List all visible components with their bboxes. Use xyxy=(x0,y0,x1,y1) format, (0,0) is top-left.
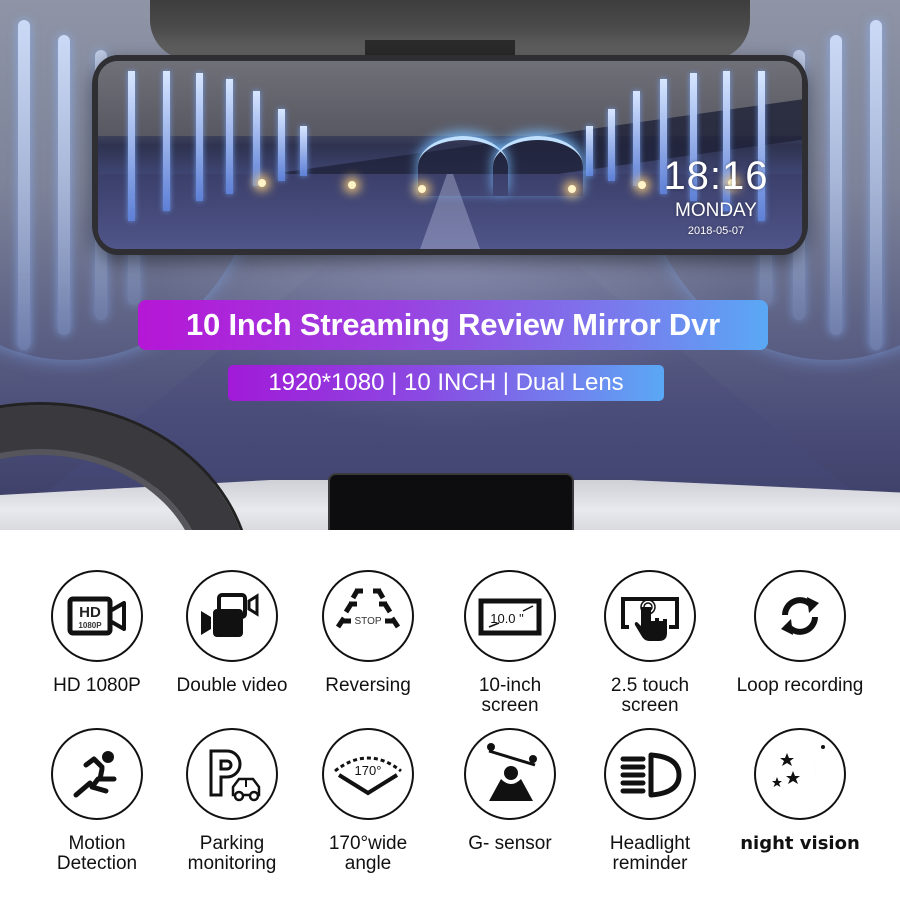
headlight-icon xyxy=(604,728,696,820)
street-light xyxy=(568,185,576,193)
reversing-guide-icon: STOP xyxy=(322,570,414,662)
feature-headlight-reminder: Headlight reminder xyxy=(580,728,720,874)
double-video-icon xyxy=(186,570,278,662)
feature-reversing: STOP Reversing xyxy=(298,570,438,696)
moon-stars-icon xyxy=(754,728,846,820)
screen-size-icon: 10.0 " xyxy=(464,570,556,662)
feature-g-sensor: G- sensor xyxy=(440,728,580,854)
icon-text-size: 10.0 " xyxy=(490,611,524,626)
feature-label: Parking monitoring xyxy=(187,833,277,874)
feature-label: night vision xyxy=(740,833,860,854)
feature-label: Double video xyxy=(176,675,288,696)
feature-label: 170°wide angle xyxy=(328,833,408,874)
bridge-rib xyxy=(253,91,260,186)
hd-camera-icon: HD 1080P xyxy=(51,570,143,662)
bridge-rib xyxy=(608,109,615,181)
bridge-rib xyxy=(278,109,285,181)
feature-night-vision: night vision xyxy=(730,728,870,854)
feature-label: Motion Detection xyxy=(56,833,138,874)
bridge-rib xyxy=(196,73,203,201)
feature-motion-detection: Motion Detection xyxy=(27,728,167,874)
feature-wide-angle: 170° 170°wide angle xyxy=(298,728,438,874)
product-title: 10 Inch Streaming Review Mirror Dvr xyxy=(186,307,720,342)
feature-label: 10-inch screen xyxy=(478,675,542,716)
feature-label: 2.5 touch screen xyxy=(610,675,690,716)
feature-label: Headlight reminder xyxy=(609,833,691,874)
bridge-rib xyxy=(633,91,640,186)
feature-label: Reversing xyxy=(325,675,411,696)
wide-angle-icon: 170° xyxy=(322,728,414,820)
g-sensor-icon xyxy=(464,728,556,820)
feature-touch-screen: 2.5 touch screen xyxy=(580,570,720,716)
bridge-rib xyxy=(128,71,135,221)
running-person-icon xyxy=(51,728,143,820)
touch-screen-icon xyxy=(604,570,696,662)
product-title-badge: 10 Inch Streaming Review Mirror Dvr xyxy=(138,300,768,350)
parking-car-icon xyxy=(186,728,278,820)
icon-text-stop: STOP xyxy=(354,616,381,627)
feature-label: G- sensor xyxy=(468,833,552,854)
bridge-rib xyxy=(226,79,233,194)
street-light xyxy=(258,179,266,187)
street-light xyxy=(638,181,646,189)
feature-double-video: Double video xyxy=(162,570,302,696)
feature-10-inch-screen: 10.0 " 10-inch screen xyxy=(440,570,580,716)
street-light xyxy=(348,181,356,189)
hero-banner: 18:16 MONDAY 2018-05-07 10 Inch Streamin… xyxy=(0,0,900,530)
bridge-rib xyxy=(163,71,170,211)
product-specs: 1920*1080 | 10 INCH | Dual Lens xyxy=(268,369,624,396)
clock-time: 18:16 xyxy=(663,154,769,198)
street-light xyxy=(418,185,426,193)
clock-day: MONDAY xyxy=(675,200,757,221)
product-specs-badge: 1920*1080 | 10 INCH | Dual Lens xyxy=(228,365,664,401)
feature-label: Loop recording xyxy=(736,675,864,696)
loop-icon xyxy=(754,570,846,662)
icon-text-hd: HD xyxy=(79,604,101,621)
feature-hd-1080p: HD 1080P HD 1080P xyxy=(27,570,167,696)
dashboard-screen xyxy=(328,473,574,530)
feature-label: HD 1080P xyxy=(53,675,141,696)
icon-text-angle: 170° xyxy=(355,763,382,778)
clock-date: 2018-05-07 xyxy=(687,225,745,237)
feature-loop-recording: Loop recording xyxy=(730,570,870,696)
mirror-dvr-device: 18:16 MONDAY 2018-05-07 xyxy=(92,55,808,255)
feature-parking-monitoring: Parking monitoring xyxy=(162,728,302,874)
bridge-rib xyxy=(586,126,593,176)
mirror-screen: 18:16 MONDAY 2018-05-07 xyxy=(98,61,802,249)
features-grid: HD 1080P HD 1080P Double video STOP Reve… xyxy=(0,530,900,900)
bridge-rib xyxy=(300,126,307,176)
icon-text-1080p: 1080P xyxy=(78,621,102,630)
mirror-clock: 18:16 MONDAY 2018-05-07 xyxy=(656,154,776,238)
